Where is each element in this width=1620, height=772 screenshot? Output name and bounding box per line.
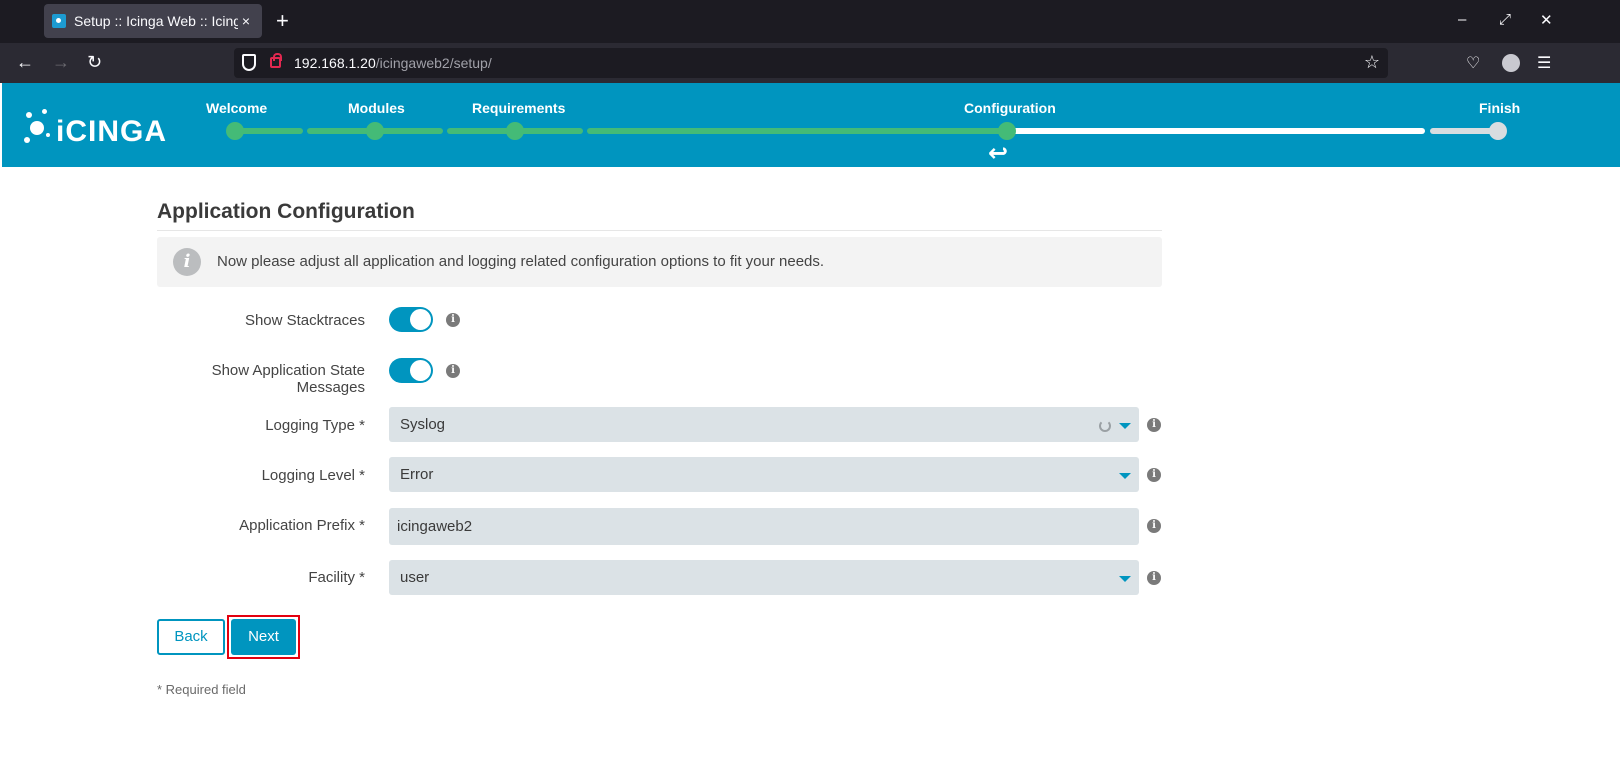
app-header: iCINGA Welcome Modules Requirements Conf… (2, 83, 1620, 167)
info-box: i Now please adjust all application and … (157, 237, 1162, 287)
logging-level-label: Logging Level * (261, 467, 365, 484)
chevron-down-icon (1119, 473, 1131, 479)
step-node-finish (1489, 122, 1507, 140)
logo-node-icon (30, 121, 44, 135)
minimize-icon[interactable]: – (1458, 11, 1466, 28)
return-arrow-icon: ↩ (988, 140, 1009, 167)
browser-tab-bar: Setup :: Icinga Web :: Icinga Web × + – … (0, 0, 1620, 43)
show-state-messages-toggle[interactable] (389, 358, 433, 383)
progress-track-configuration-remaining (1007, 128, 1425, 134)
show-state-messages-label: Show Application State Messages (212, 362, 365, 396)
page-title: Application Configuration (157, 200, 1162, 231)
chevron-down-icon (1119, 576, 1131, 582)
application-prefix-label: Application Prefix * (239, 517, 365, 534)
menu-icon[interactable]: ☰ (1537, 53, 1551, 73)
show-state-messages-label-line2: Messages (296, 379, 365, 396)
new-tab-button[interactable]: + (276, 9, 289, 33)
facility-label: Facility * (308, 569, 365, 586)
logging-type-value: Syslog (400, 416, 446, 433)
bookmark-star-icon[interactable]: ☆ (1364, 52, 1380, 73)
facility-select[interactable]: user (389, 560, 1139, 595)
show-stacktraces-toggle[interactable] (389, 307, 433, 332)
logging-level-select[interactable]: Error (389, 457, 1139, 492)
url-bar[interactable]: 192.168.1.20/icingaweb2/setup/ ☆ (234, 48, 1388, 78)
logging-type-select[interactable]: Syslog (389, 407, 1139, 442)
logging-type-label: Logging Type * (265, 417, 365, 434)
application-prefix-help-icon[interactable]: i (1147, 519, 1161, 533)
browser-nav-bar: ← → ↻ 192.168.1.20/icingaweb2/setup/ ☆ ♡… (0, 43, 1620, 83)
step-node-configuration[interactable] (998, 122, 1016, 140)
logo-node-icon (26, 112, 32, 118)
show-state-messages-label-line1: Show Application State (211, 362, 365, 379)
browser-tab[interactable]: Setup :: Icinga Web :: Icinga Web × (44, 4, 262, 38)
account-avatar-icon[interactable] (1502, 54, 1520, 72)
tab-title: Setup :: Icinga Web :: Icinga Web (74, 13, 238, 29)
close-window-icon[interactable]: ✕ (1540, 11, 1553, 29)
step-label-requirements: Requirements (472, 100, 566, 116)
loading-spinner-icon (1099, 420, 1111, 432)
show-stacktraces-label: Show Stacktraces (244, 312, 365, 329)
facility-value: user (400, 569, 430, 586)
back-arrow-icon[interactable]: ← (16, 51, 34, 73)
logo-node-icon (24, 137, 30, 143)
pocket-icon[interactable]: ♡ (1466, 53, 1480, 73)
icinga-logo: iCINGA (24, 109, 166, 149)
logging-type-help-icon[interactable]: i (1147, 418, 1161, 432)
application-prefix-value: icingaweb2 (397, 518, 473, 535)
logging-level-help-icon[interactable]: i (1147, 468, 1161, 482)
logo-node-icon (42, 109, 47, 114)
next-button[interactable]: Next (231, 619, 296, 655)
forward-arrow-icon[interactable]: → (52, 51, 70, 73)
chevron-down-icon (1119, 423, 1131, 429)
show-stacktraces-help-icon[interactable]: i (446, 313, 460, 327)
url-text[interactable]: 192.168.1.20/icingaweb2/setup/ (294, 55, 492, 71)
next-button-highlight: Next (227, 615, 300, 659)
info-text: Now please adjust all application and lo… (217, 253, 825, 270)
maximize-icon[interactable]: ⤢ (1499, 11, 1511, 28)
progress-track-configuration-done (587, 128, 1007, 134)
shield-icon[interactable] (242, 54, 256, 71)
insecure-lock-icon[interactable] (270, 53, 282, 68)
step-label-finish: Finish (1479, 100, 1521, 116)
info-icon: i (173, 248, 201, 276)
logo-node-icon (46, 133, 50, 137)
step-node-welcome[interactable] (226, 122, 244, 140)
back-button[interactable]: Back (157, 619, 225, 655)
icinga-favicon-icon (52, 14, 66, 28)
step-label-modules: Modules (348, 100, 405, 116)
url-host: 192.168.1.20 (294, 55, 376, 71)
step-label-welcome: Welcome (206, 100, 268, 116)
application-prefix-input[interactable]: icingaweb2 (389, 508, 1139, 545)
required-field-note: * Required field (157, 682, 246, 697)
configuration-form: Application Configuration i Now please a… (157, 200, 1162, 697)
facility-help-icon[interactable]: i (1147, 571, 1161, 585)
show-state-messages-help-icon[interactable]: i (446, 364, 460, 378)
tab-close-icon[interactable]: × (238, 13, 254, 29)
step-node-modules[interactable] (366, 122, 384, 140)
logo-text: iCINGA (56, 115, 167, 148)
logging-level-value: Error (400, 466, 434, 483)
step-node-requirements[interactable] (506, 122, 524, 140)
step-label-configuration: Configuration (964, 100, 1056, 116)
reload-icon[interactable]: ↻ (87, 51, 102, 73)
url-path: /icingaweb2/setup/ (375, 55, 492, 71)
